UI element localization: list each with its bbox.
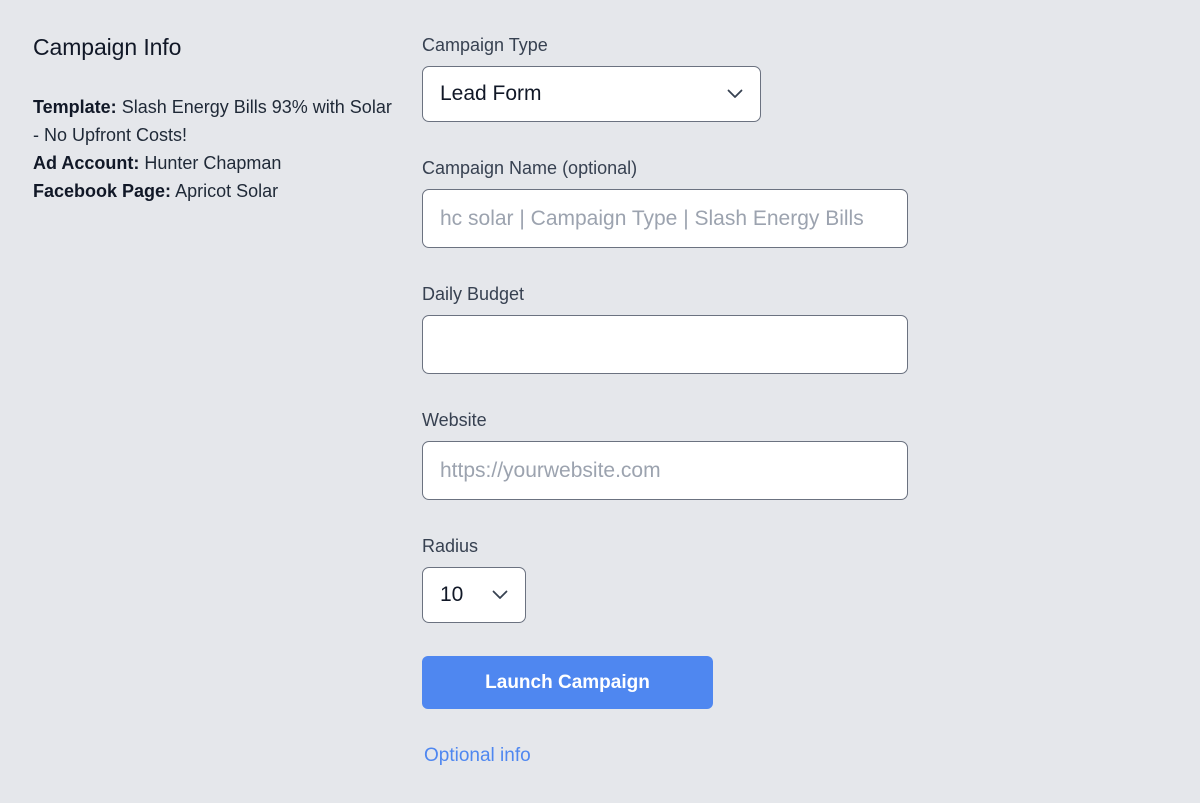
campaign-info-details: Template: Slash Energy Bills 93% with So…	[33, 93, 393, 205]
campaign-info-title: Campaign Info	[33, 34, 182, 60]
facebook-page-label: Facebook Page:	[33, 181, 172, 201]
campaign-type-label: Campaign Type	[422, 35, 548, 55]
chevron-down-icon	[492, 590, 508, 600]
radius-label: Radius	[422, 536, 479, 556]
campaign-type-select[interactable]: Lead Form	[422, 66, 761, 122]
facebook-page-row: Facebook Page: Apricot Solar	[33, 177, 393, 205]
website-label: Website	[422, 410, 487, 430]
daily-budget-input[interactable]	[422, 315, 908, 374]
template-label: Template:	[33, 97, 117, 117]
campaign-info-panel: Campaign Info Template: Slash Energy Bil…	[33, 34, 393, 205]
campaign-type-value: Lead Form	[440, 82, 542, 105]
ad-account-label: Ad Account:	[33, 153, 140, 173]
website-placeholder: https://yourwebsite.com	[440, 458, 661, 482]
chevron-down-icon	[727, 89, 743, 99]
optional-info-link[interactable]: Optional info	[424, 745, 531, 767]
launch-campaign-button[interactable]: Launch Campaign	[422, 656, 713, 709]
radius-value: 10	[440, 583, 464, 606]
daily-budget-label: Daily Budget	[422, 284, 525, 304]
campaign-name-label: Campaign Name (optional)	[422, 158, 638, 178]
campaign-name-placeholder: hc solar | Campaign Type | Slash Energy …	[440, 206, 864, 230]
facebook-page-value: Apricot Solar	[175, 181, 279, 201]
website-input[interactable]: https://yourwebsite.com	[422, 441, 908, 500]
ad-account-row: Ad Account: Hunter Chapman	[33, 149, 393, 177]
page: Campaign Info Template: Slash Energy Bil…	[0, 0, 1200, 803]
ad-account-value: Hunter Chapman	[144, 153, 282, 173]
campaign-name-input[interactable]: hc solar | Campaign Type | Slash Energy …	[422, 189, 908, 248]
radius-select[interactable]: 10	[422, 567, 526, 623]
template-row: Template: Slash Energy Bills 93% with So…	[33, 93, 393, 149]
